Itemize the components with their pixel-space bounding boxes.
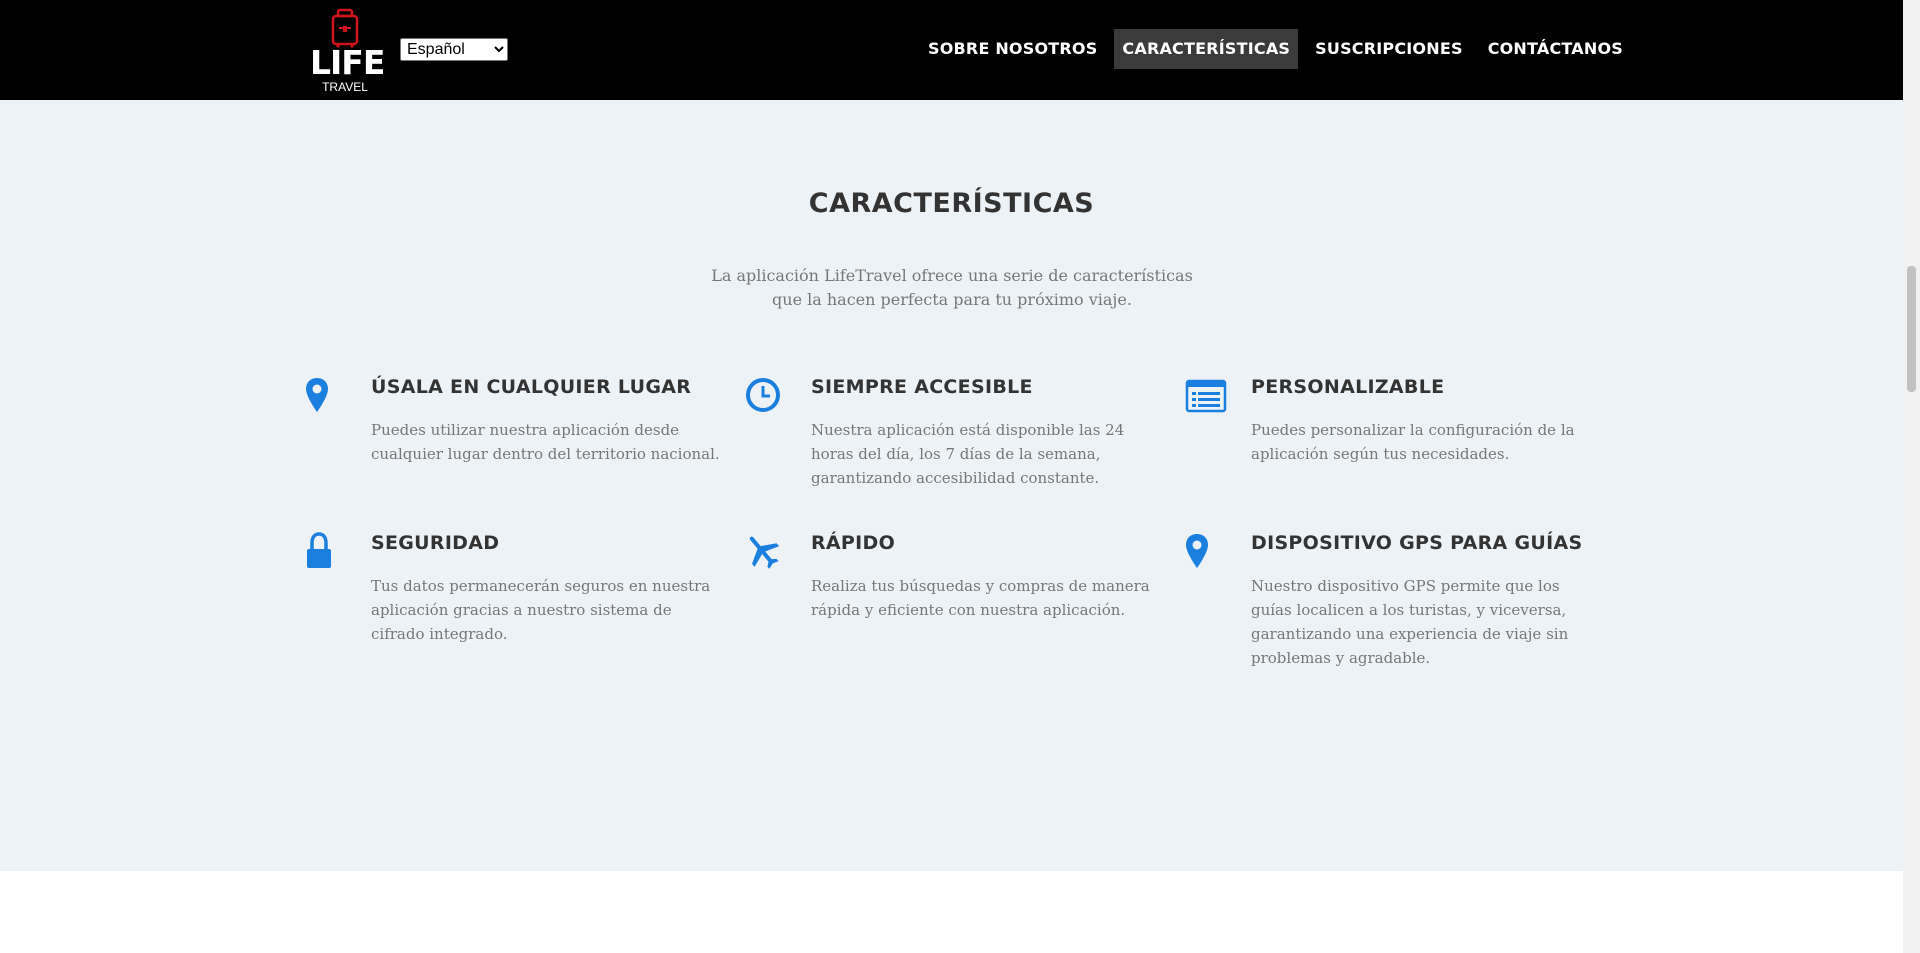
next-section xyxy=(0,871,1903,953)
scrollbar-thumb[interactable] xyxy=(1907,266,1916,392)
section-title: CARACTERÍSTICAS xyxy=(808,188,1095,219)
feature-text: Realiza tus búsquedas y compras de maner… xyxy=(811,577,1150,619)
list-icon xyxy=(1185,379,1227,413)
language-select[interactable]: Español xyxy=(400,38,508,61)
lock-icon xyxy=(307,532,331,568)
plane-icon xyxy=(749,536,780,569)
logo-text: LIFE xyxy=(310,43,385,82)
suitcase-icon xyxy=(331,8,359,48)
section-intro: La aplicación LifeTravel ofrece una seri… xyxy=(711,266,1193,309)
logo[interactable]: LIFE TRAVEL xyxy=(310,8,385,94)
clock-icon xyxy=(746,378,780,412)
feature-text: Puedes personalizar la configuración de … xyxy=(1251,421,1575,463)
feature-title: SIEMPRE ACCESIBLE xyxy=(811,376,1033,398)
nav-item-suscripciones[interactable]: SUSCRIPCIONES xyxy=(1307,29,1471,69)
feature-title: SEGURIDAD xyxy=(371,532,500,554)
feature-title: ÚSALA EN CUALQUIER LUGAR xyxy=(371,376,692,398)
main-nav: SOBRE NOSOTROS CARACTERÍSTICAS SUSCRIPCI… xyxy=(920,29,1640,69)
page: LIFE TRAVEL Español SOBRE NOSOTROS CARAC… xyxy=(0,0,1903,953)
feature-title: DISPOSITIVO GPS PARA GUÍAS xyxy=(1251,532,1583,554)
feature-text: Puedes utilizar nuestra aplicación desde… xyxy=(371,421,720,463)
feature-text: Nuestro dispositivo GPS permite que los … xyxy=(1251,577,1569,667)
feature-title: PERSONALIZABLE xyxy=(1251,376,1445,398)
map-marker-icon xyxy=(306,378,328,412)
feature-title: RÁPIDO xyxy=(811,532,896,554)
nav-item-sobre-nosotros[interactable]: SOBRE NOSOTROS xyxy=(920,29,1105,69)
feature-text: Nuestra aplicación está disponible las 2… xyxy=(811,421,1125,487)
map-marker-icon xyxy=(1186,534,1208,568)
logo-subtext: TRAVEL xyxy=(322,80,368,94)
nav-item-caracteristicas[interactable]: CARACTERÍSTICAS xyxy=(1114,29,1299,69)
vertical-scrollbar[interactable] xyxy=(1903,0,1920,953)
site-header: LIFE TRAVEL Español SOBRE NOSOTROS CARAC… xyxy=(0,0,1903,100)
nav-item-contactanos[interactable]: CONTÁCTANOS xyxy=(1480,29,1631,69)
feature-text: Tus datos permanecerán seguros en nuestr… xyxy=(371,577,711,643)
features-section: CARACTERÍSTICAS La aplicación LifeTravel… xyxy=(0,100,1903,871)
